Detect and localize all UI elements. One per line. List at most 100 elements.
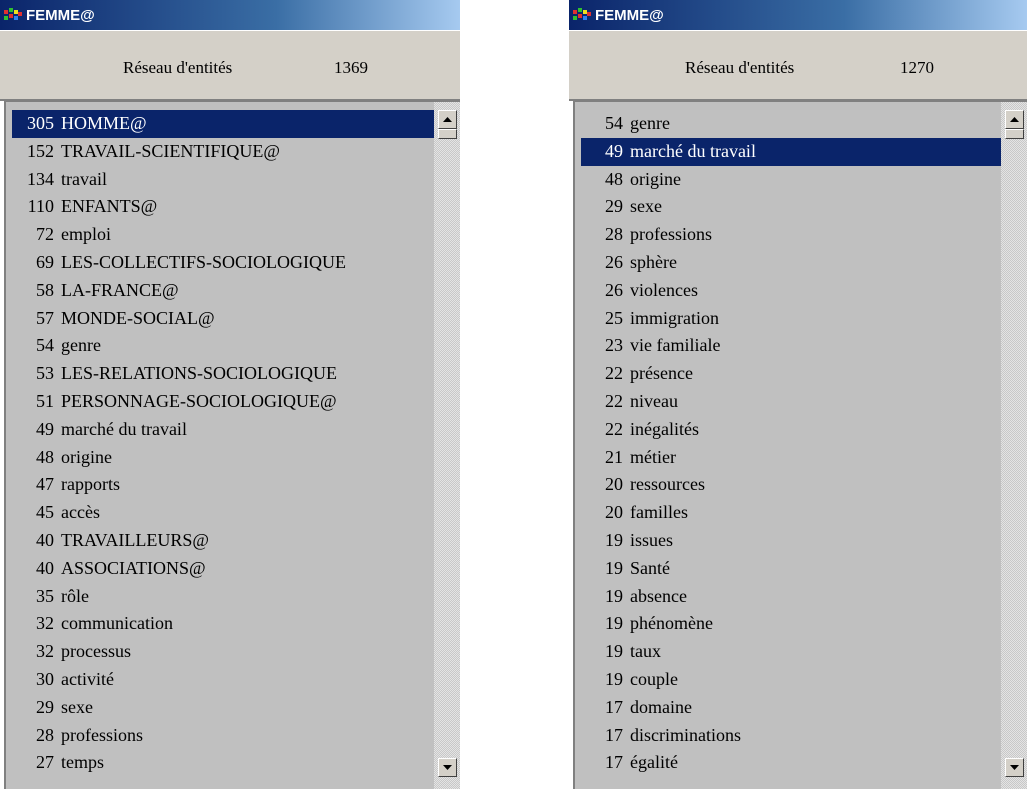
vertical-scrollbar[interactable] [1001, 102, 1027, 789]
list-item[interactable]: 47 rapports [12, 471, 434, 499]
list-item[interactable]: 19 couple [581, 666, 1001, 694]
list-item[interactable]: 28 professions [12, 722, 434, 750]
scroll-thumb[interactable] [1005, 129, 1024, 139]
list-item[interactable]: 19 absence [581, 583, 1001, 611]
item-label: LES-COLLECTIFS-SOCIOLOGIQUE [61, 251, 346, 272]
vertical-scrollbar[interactable] [434, 102, 460, 789]
item-count: 28 [36, 724, 54, 745]
item-label: couple [630, 668, 678, 689]
list-item[interactable]: 32 processus [12, 638, 434, 666]
item-count: 134 [27, 168, 54, 189]
item-count: 20 [605, 474, 623, 495]
scroll-down-button[interactable] [438, 758, 457, 777]
item-count: 51 [36, 390, 54, 411]
list-item[interactable]: 26 violences [581, 277, 1001, 305]
entity-list[interactable]: 305 HOMME@ 152 TRAVAIL-SCIENTIFIQUE@ 134 trav… [12, 110, 434, 789]
list-item[interactable]: 45 accès [12, 499, 434, 527]
item-label: TRAVAIL-SCIENTIFIQUE@ [61, 140, 280, 161]
item-count: 19 [605, 668, 623, 689]
arrow-down-icon [1010, 765, 1019, 770]
list-item[interactable]: 40 TRAVAILLEURS@ [12, 527, 434, 555]
item-count: 21 [605, 446, 623, 467]
list-item[interactable]: 58 LA-FRANCE@ [12, 277, 434, 305]
item-label: inégalités [630, 418, 699, 439]
list-item[interactable]: 35 rôle [12, 583, 434, 611]
item-label: métier [630, 446, 676, 467]
scroll-up-button[interactable] [438, 110, 457, 129]
list-item[interactable]: 69 LES-COLLECTIFS-SOCIOLOGIQUE [12, 249, 434, 277]
item-label: rôle [61, 585, 89, 606]
list-item[interactable]: 22 inégalités [581, 416, 1001, 444]
list-item[interactable]: 48 origine [12, 444, 434, 472]
list-item[interactable]: 54 genre [581, 110, 1001, 138]
title-bar[interactable]: FEMME@ [569, 0, 1027, 30]
item-label: TRAVAILLEURS@ [61, 529, 209, 550]
list-item[interactable]: 22 présence [581, 360, 1001, 388]
header-count: 1369 [334, 58, 368, 77]
list-item[interactable]: 17 domaine [581, 694, 1001, 722]
item-count: 72 [36, 224, 54, 245]
item-count: 22 [605, 390, 623, 411]
item-count: 40 [36, 529, 54, 550]
list-item[interactable]: 53 LES-RELATIONS-SOCIOLOGIQUE [12, 360, 434, 388]
entity-list[interactable]: 54 genre 49 marché du travail 48 origine 29 sex… [581, 110, 1001, 789]
list-item[interactable]: 19 phénomène [581, 610, 1001, 638]
list-item[interactable]: 29 sexe [12, 694, 434, 722]
list-item[interactable]: 40 ASSOCIATIONS@ [12, 555, 434, 583]
list-item[interactable]: 25 immigration [581, 305, 1001, 333]
item-count: 19 [605, 641, 623, 662]
list-item[interactable]: 152 TRAVAIL-SCIENTIFIQUE@ [12, 138, 434, 166]
list-item[interactable]: 305 HOMME@ [12, 110, 434, 138]
item-count: 26 [605, 251, 623, 272]
list-item[interactable]: 54 genre [12, 332, 434, 360]
list-item[interactable]: 32 communication [12, 610, 434, 638]
item-label: emploi [61, 224, 111, 245]
list-item[interactable]: 20 familles [581, 499, 1001, 527]
list-item[interactable]: 19 taux [581, 638, 1001, 666]
list-item[interactable]: 19 issues [581, 527, 1001, 555]
list-item[interactable]: 19 Santé [581, 555, 1001, 583]
item-label: processus [61, 641, 131, 662]
list-item[interactable]: 49 marché du travail [12, 416, 434, 444]
item-count: 26 [605, 279, 623, 300]
item-label: marché du travail [630, 140, 756, 161]
item-count: 32 [36, 613, 54, 634]
list-item[interactable]: 134 travail [12, 166, 434, 194]
item-count: 19 [605, 613, 623, 634]
list-item[interactable]: 17 égalité [581, 749, 1001, 777]
item-label: accès [61, 502, 100, 523]
list-item[interactable]: 49 marché du travail [581, 137, 1001, 166]
entity-listbox[interactable]: 305 HOMME@ 152 TRAVAIL-SCIENTIFIQUE@ 134 trav… [4, 100, 460, 789]
scroll-up-button[interactable] [1005, 110, 1024, 129]
list-item[interactable]: 30 activité [12, 666, 434, 694]
list-item[interactable]: 26 sphère [581, 249, 1001, 277]
list-item[interactable]: 23 vie familiale [581, 332, 1001, 360]
list-item[interactable]: 110 ENFANTS@ [12, 193, 434, 221]
title-bar[interactable]: FEMME@ [0, 0, 460, 30]
item-count: 19 [605, 585, 623, 606]
list-item[interactable]: 48 origine [581, 166, 1001, 194]
list-item[interactable]: 72 emploi [12, 221, 434, 249]
item-count: 17 [605, 724, 623, 745]
item-count: 58 [36, 279, 54, 300]
item-count: 49 [605, 140, 623, 161]
list-item[interactable]: 27 temps [12, 749, 434, 777]
app-icon [573, 8, 591, 22]
item-label: sexe [630, 196, 662, 217]
item-count: 27 [36, 752, 54, 773]
list-item[interactable]: 21 métier [581, 444, 1001, 472]
scroll-down-button[interactable] [1005, 758, 1024, 777]
item-count: 17 [605, 752, 623, 773]
list-item[interactable]: 28 professions [581, 221, 1001, 249]
entity-listbox[interactable]: 54 genre 49 marché du travail 48 origine 29 sex… [573, 100, 1027, 789]
list-item[interactable]: 29 sexe [581, 193, 1001, 221]
scroll-thumb[interactable] [438, 129, 457, 139]
list-item[interactable]: 57 MONDE-SOCIAL@ [12, 305, 434, 333]
list-item[interactable]: 51 PERSONNAGE-SOCIOLOGIQUE@ [12, 388, 434, 416]
item-count: 29 [36, 696, 54, 717]
item-label: genre [61, 335, 101, 356]
list-item[interactable]: 17 discriminations [581, 722, 1001, 750]
list-item[interactable]: 20 ressources [581, 471, 1001, 499]
list-item[interactable]: 22 niveau [581, 388, 1001, 416]
item-label: immigration [630, 307, 719, 328]
